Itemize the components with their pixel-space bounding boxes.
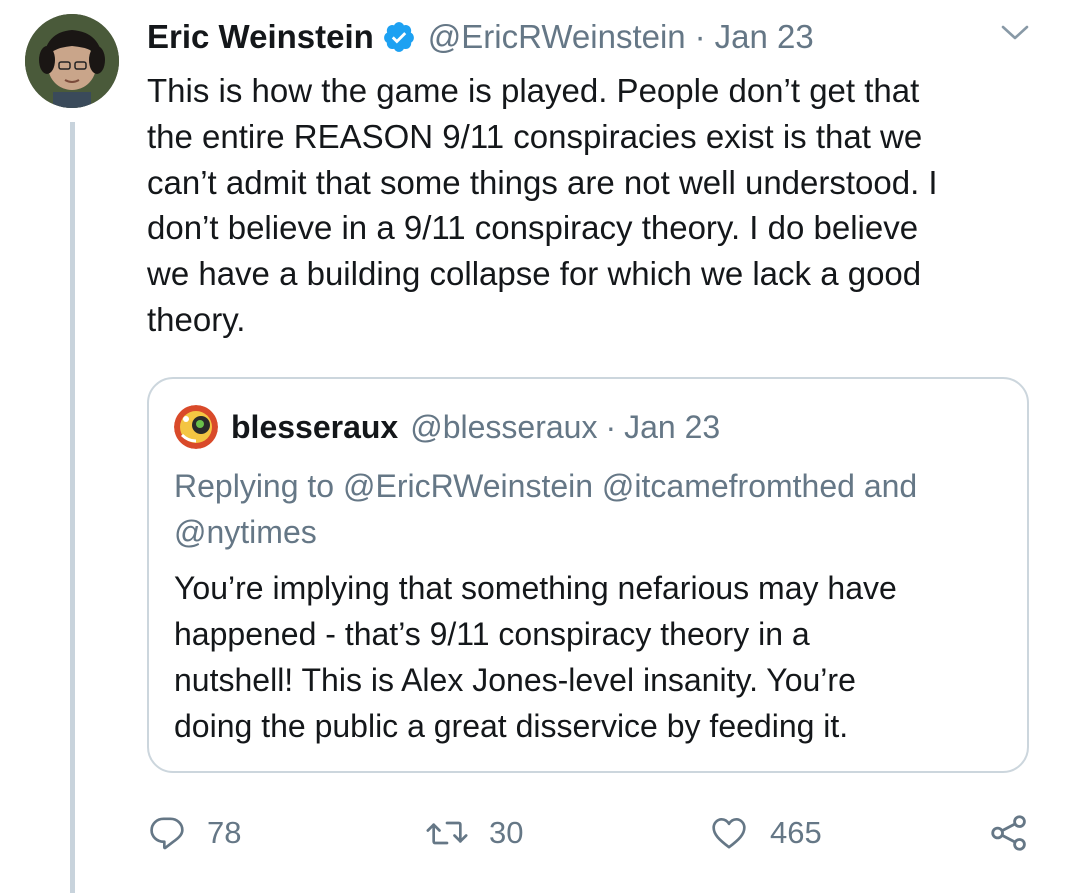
thread-connector-line: [70, 122, 75, 893]
reply-count: 78: [207, 815, 242, 850]
tweet-header: Eric Weinstein @EricRWeinstein · Jan 23: [147, 14, 814, 60]
like-button[interactable]: 465: [708, 810, 822, 856]
tweet-body-text: This is how the game is played. People d…: [147, 72, 938, 338]
mention-link[interactable]: @EricRWeinstein: [343, 468, 593, 504]
retweet-button[interactable]: 30: [425, 810, 523, 856]
reply-bubble-icon: [150, 817, 184, 850]
mention-link[interactable]: @itcamefromthed: [602, 468, 855, 504]
retweet-count: 30: [489, 815, 524, 850]
quoted-tweet-card[interactable]: blesseraux @blesseraux · Jan 23 Replying…: [147, 377, 1029, 773]
tweet-date[interactable]: Jan 23: [715, 18, 814, 56]
like-count: 465: [770, 815, 822, 850]
quoted-author-display-name: blesseraux: [231, 408, 399, 445]
author-handle[interactable]: @EricRWeinstein: [428, 18, 686, 56]
quoted-author-avatar: [174, 405, 218, 449]
quoted-tweet-header: blesseraux @blesseraux · Jan 23: [231, 405, 720, 449]
verified-badge-icon: [382, 20, 416, 54]
heart-icon: [712, 818, 746, 849]
share-icon: [991, 815, 1026, 851]
chevron-down-icon[interactable]: [1000, 22, 1030, 44]
reply-button[interactable]: 78: [147, 810, 241, 856]
mention-link[interactable]: @nytimes: [174, 514, 317, 550]
quoted-header-separator: ·: [605, 408, 617, 445]
author-display-name[interactable]: Eric Weinstein: [147, 18, 374, 56]
share-button[interactable]: [988, 810, 1050, 856]
replying-to-line: Replying to @EricRWeinstein @itcamefromt…: [174, 463, 1014, 555]
quoted-author-handle: @blesseraux: [410, 408, 598, 445]
replying-and: and: [863, 468, 918, 504]
quoted-tweet-body-text: You’re implying that something nefarious…: [174, 570, 897, 744]
quoted-tweet-date: Jan 23: [624, 408, 721, 445]
retweet-icon: [426, 821, 468, 845]
header-separator: ·: [694, 18, 706, 55]
replying-to-prefix: Replying to: [174, 468, 335, 504]
author-avatar[interactable]: [25, 14, 119, 108]
